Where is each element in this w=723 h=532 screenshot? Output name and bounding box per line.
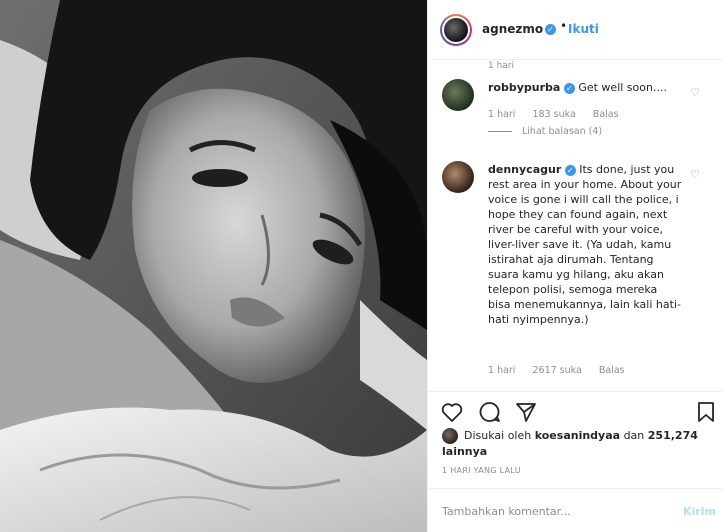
verified-badge-icon: ✓	[545, 24, 556, 35]
comment-body: robbypurba ✓ Get well soon....	[488, 80, 683, 95]
share-icon[interactable]	[514, 400, 538, 424]
comment-likes[interactable]: 183 suka	[532, 109, 575, 120]
likes-and: dan	[623, 429, 645, 442]
comment-time: 1 hari	[488, 109, 516, 120]
caption-time: 1 hari	[488, 61, 515, 71]
post-photo[interactable]	[0, 0, 427, 532]
comment-text: Its done, just you rest area in your hom…	[488, 163, 682, 326]
likes-prefix: Disukai oleh	[464, 429, 532, 442]
comment-like-heart-icon[interactable]: ♡	[690, 168, 700, 181]
verified-badge-icon: ✓	[564, 164, 576, 176]
post-timestamp[interactable]: 1 HARI YANG LALU	[442, 466, 521, 475]
replies-line	[488, 131, 512, 132]
comment-body: dennycagur ✓ Its done, just you rest are…	[488, 162, 683, 327]
comment-text: Get well soon....	[578, 81, 667, 94]
separator-dot: •	[560, 19, 568, 33]
reply-button[interactable]: Balas	[593, 109, 619, 120]
comment-username[interactable]: robbypurba	[488, 81, 560, 94]
comment-meta: 1 hari 183 suka Balas	[488, 109, 633, 120]
comment-likes[interactable]: 2617 suka	[532, 365, 581, 376]
view-replies-label: Lihat balasan (4)	[522, 126, 603, 137]
comment-input[interactable]	[442, 501, 662, 521]
comment-avatar[interactable]	[442, 161, 474, 193]
comment-icon[interactable]	[478, 400, 502, 424]
comment-meta: 1 hari 2617 suka Balas	[488, 365, 639, 376]
view-replies-button[interactable]: Lihat balasan (4)	[488, 126, 602, 137]
liker-username[interactable]: koesanindyaa	[535, 429, 620, 442]
user-avatar[interactable]	[440, 14, 472, 46]
verified-badge-icon: ✓	[563, 82, 575, 94]
comment-time: 1 hari	[488, 365, 516, 376]
post-image	[0, 0, 427, 532]
comments-list[interactable]: 1 hari robbypurba ✓ Get well soon.... ♡ …	[428, 61, 723, 391]
bookmark-icon[interactable]	[694, 400, 718, 424]
add-comment-bar: Kirim	[428, 488, 723, 532]
reply-button[interactable]: Balas	[599, 365, 625, 376]
post-header: agnezmo ✓ • Ikuti	[428, 0, 723, 60]
likes-text: Disukai oleh koesanindyaa dan 251,274 la…	[442, 428, 702, 460]
heart-icon[interactable]	[440, 400, 464, 424]
post-side-panel: agnezmo ✓ • Ikuti 1 hari robbypurba ✓ Ge…	[427, 0, 723, 532]
post-comment-button[interactable]: Kirim	[683, 505, 716, 518]
post-username[interactable]: agnezmo	[482, 22, 543, 36]
post-actions	[428, 391, 723, 431]
comment-like-heart-icon[interactable]: ♡	[690, 86, 700, 99]
comment-username[interactable]: dennycagur	[488, 163, 561, 176]
comment-avatar[interactable]	[442, 79, 474, 111]
follow-button[interactable]: Ikuti	[568, 22, 599, 36]
